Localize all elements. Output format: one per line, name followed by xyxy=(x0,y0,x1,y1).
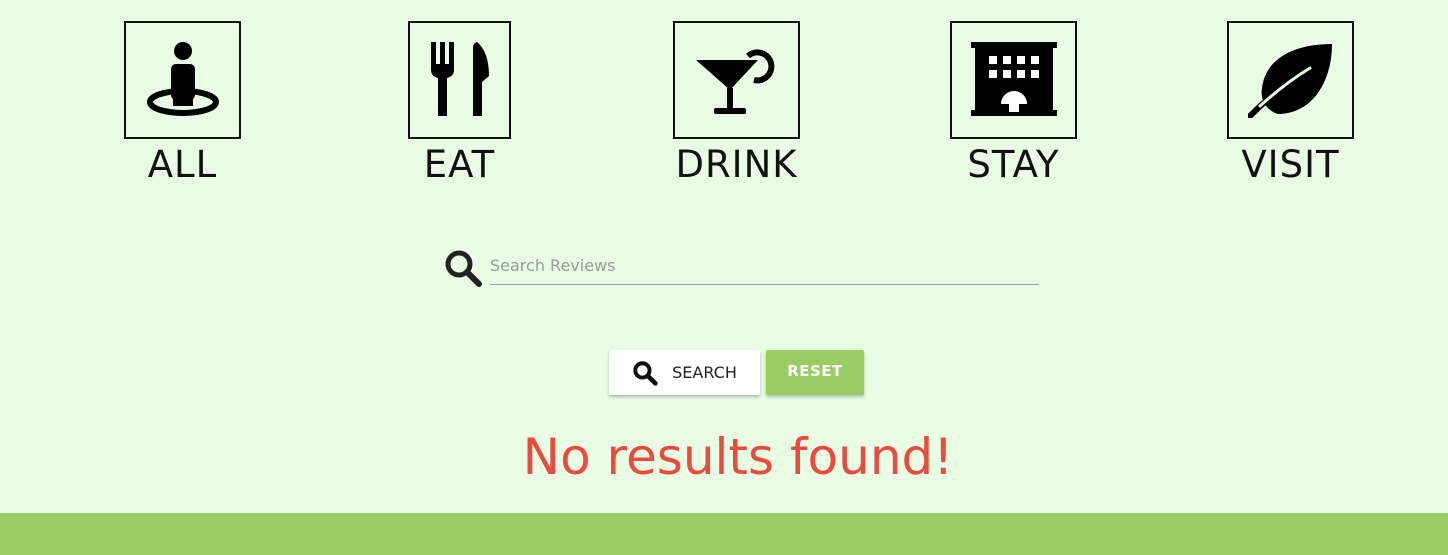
search-icon xyxy=(633,360,658,386)
category-visit-label: VISIT xyxy=(1241,143,1340,186)
search-button[interactable]: SEARCH xyxy=(609,350,760,395)
search-icon xyxy=(445,250,482,287)
category-eat-label: EAT xyxy=(423,143,496,186)
category-eat-box[interactable] xyxy=(408,21,511,139)
category-visit-box[interactable] xyxy=(1227,21,1354,139)
category-all-label: ALL xyxy=(147,143,218,186)
category-drink-label: DRINK xyxy=(675,143,798,186)
category-all-box[interactable] xyxy=(124,21,241,139)
search-input[interactable] xyxy=(490,246,1039,285)
category-stay[interactable]: STAY xyxy=(950,21,1077,185)
fork-knife-icon xyxy=(430,42,489,116)
reset-button[interactable]: RESET xyxy=(766,350,864,395)
footer-bar xyxy=(0,513,1448,555)
category-all[interactable]: ALL xyxy=(124,21,241,185)
person-pin-icon xyxy=(146,42,219,116)
no-results-message: No results found! xyxy=(522,428,954,486)
leaf-icon xyxy=(1247,44,1332,118)
cocktail-icon xyxy=(695,49,774,114)
search-bar xyxy=(443,246,1039,296)
hotel-icon xyxy=(970,42,1057,116)
category-drink[interactable]: DRINK xyxy=(673,21,800,185)
search-button-label: SEARCH xyxy=(672,363,737,382)
category-drink-box[interactable] xyxy=(673,21,800,139)
category-eat[interactable]: EAT xyxy=(408,21,511,185)
category-visit[interactable]: VISIT xyxy=(1227,21,1354,185)
category-stay-label: STAY xyxy=(967,143,1060,186)
category-stay-box[interactable] xyxy=(950,21,1077,139)
